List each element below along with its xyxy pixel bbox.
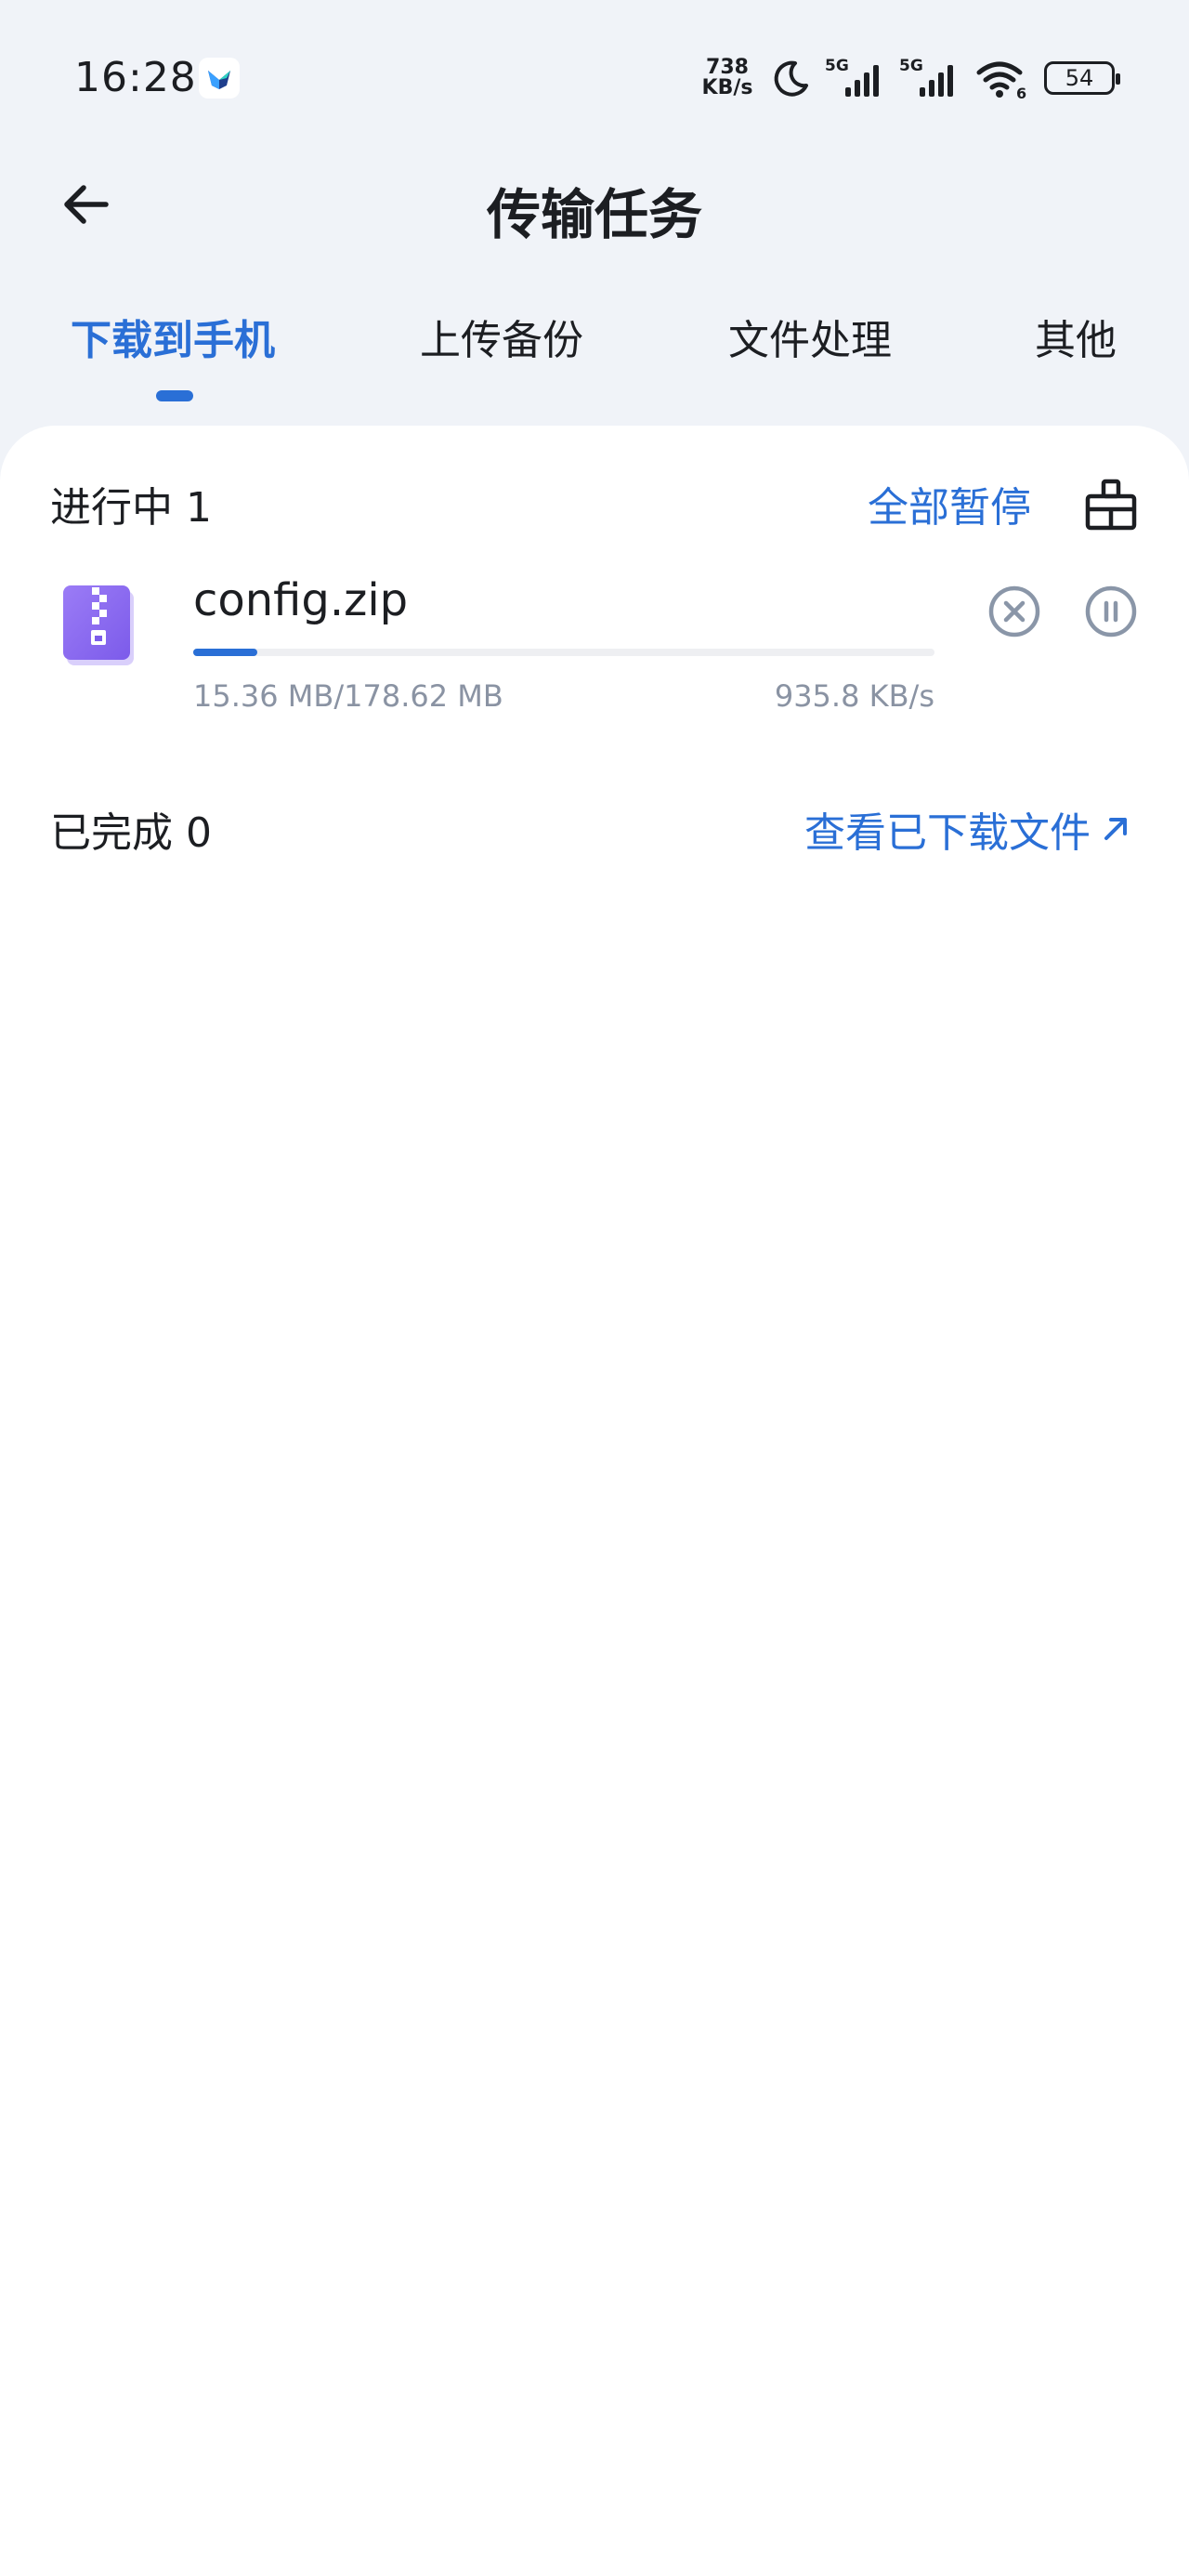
moon-icon bbox=[774, 60, 808, 97]
clear-button[interactable] bbox=[1078, 472, 1144, 539]
broom-icon bbox=[1085, 479, 1137, 531]
download-progress-bar bbox=[193, 649, 934, 656]
signal-2-label: 5G bbox=[899, 57, 923, 75]
download-progress-fill bbox=[193, 649, 257, 656]
battery-icon: 54 bbox=[1044, 61, 1120, 95]
tab-download-to-phone[interactable]: 下载到手机 bbox=[71, 307, 275, 366]
battery-level: 54 bbox=[1065, 65, 1094, 91]
file-name: config.zip bbox=[193, 574, 409, 626]
signal-1-label: 5G bbox=[825, 57, 849, 75]
cancel-download-button[interactable] bbox=[983, 580, 1046, 643]
signal-icon: 5G bbox=[825, 57, 879, 97]
zip-file-icon bbox=[63, 585, 134, 665]
network-speed: 738 KB/s bbox=[697, 58, 758, 99]
status-bar: 16:28 738 KB/s 5G 5G 6 54 bbox=[0, 0, 1189, 158]
status-time: 16:28 bbox=[74, 54, 197, 101]
signal-icon-2: 5G bbox=[899, 57, 953, 97]
in-progress-title: 进行中 1 bbox=[50, 484, 212, 532]
tab-bar: 下载到手机 上传备份 文件处理 其他 bbox=[0, 297, 1189, 409]
pause-circle-icon bbox=[1085, 585, 1137, 637]
download-task-item[interactable]: config.zip 15.36 MB/178.62 MB 935.8 KB/s bbox=[0, 558, 1189, 725]
tab-other[interactable]: 其他 bbox=[1035, 307, 1117, 366]
content-sheet: 进行中 1 全部暂停 config.zip 15.36 MB/178.62 MB… bbox=[0, 426, 1189, 2576]
tab-upload-backup[interactable]: 上传备份 bbox=[420, 307, 583, 366]
page-title: 传输任务 bbox=[486, 183, 702, 246]
pause-download-button[interactable] bbox=[1079, 580, 1143, 643]
arrow-up-right-icon bbox=[1104, 818, 1127, 840]
view-downloaded-files-link[interactable]: 查看已下载文件 bbox=[804, 799, 1131, 859]
app-notification-icon bbox=[199, 58, 240, 99]
download-size: 15.36 MB/178.62 MB bbox=[193, 678, 503, 714]
wifi-icon: 6 bbox=[976, 61, 1026, 100]
app-header: 传输任务 bbox=[0, 158, 1189, 297]
completed-title: 已完成 0 bbox=[50, 809, 212, 857]
close-circle-icon bbox=[988, 585, 1040, 637]
tab-file-processing[interactable]: 文件处理 bbox=[728, 307, 892, 366]
wifi-badge: 6 bbox=[1016, 85, 1026, 100]
transfer-tasks-screen: 16:28 738 KB/s 5G 5G 6 54 传输任务 下载到手机 上传备… bbox=[0, 0, 1189, 2576]
status-icons: 738 KB/s 5G 5G 6 54 bbox=[697, 52, 1120, 104]
active-tab-indicator bbox=[156, 390, 193, 401]
network-speed-unit: KB/s bbox=[701, 76, 753, 99]
pause-all-button[interactable]: 全部暂停 bbox=[868, 474, 1031, 533]
network-speed-value: 738 bbox=[706, 56, 749, 79]
view-downloaded-files-label: 查看已下载文件 bbox=[804, 809, 1091, 857]
download-speed: 935.8 KB/s bbox=[774, 678, 934, 714]
